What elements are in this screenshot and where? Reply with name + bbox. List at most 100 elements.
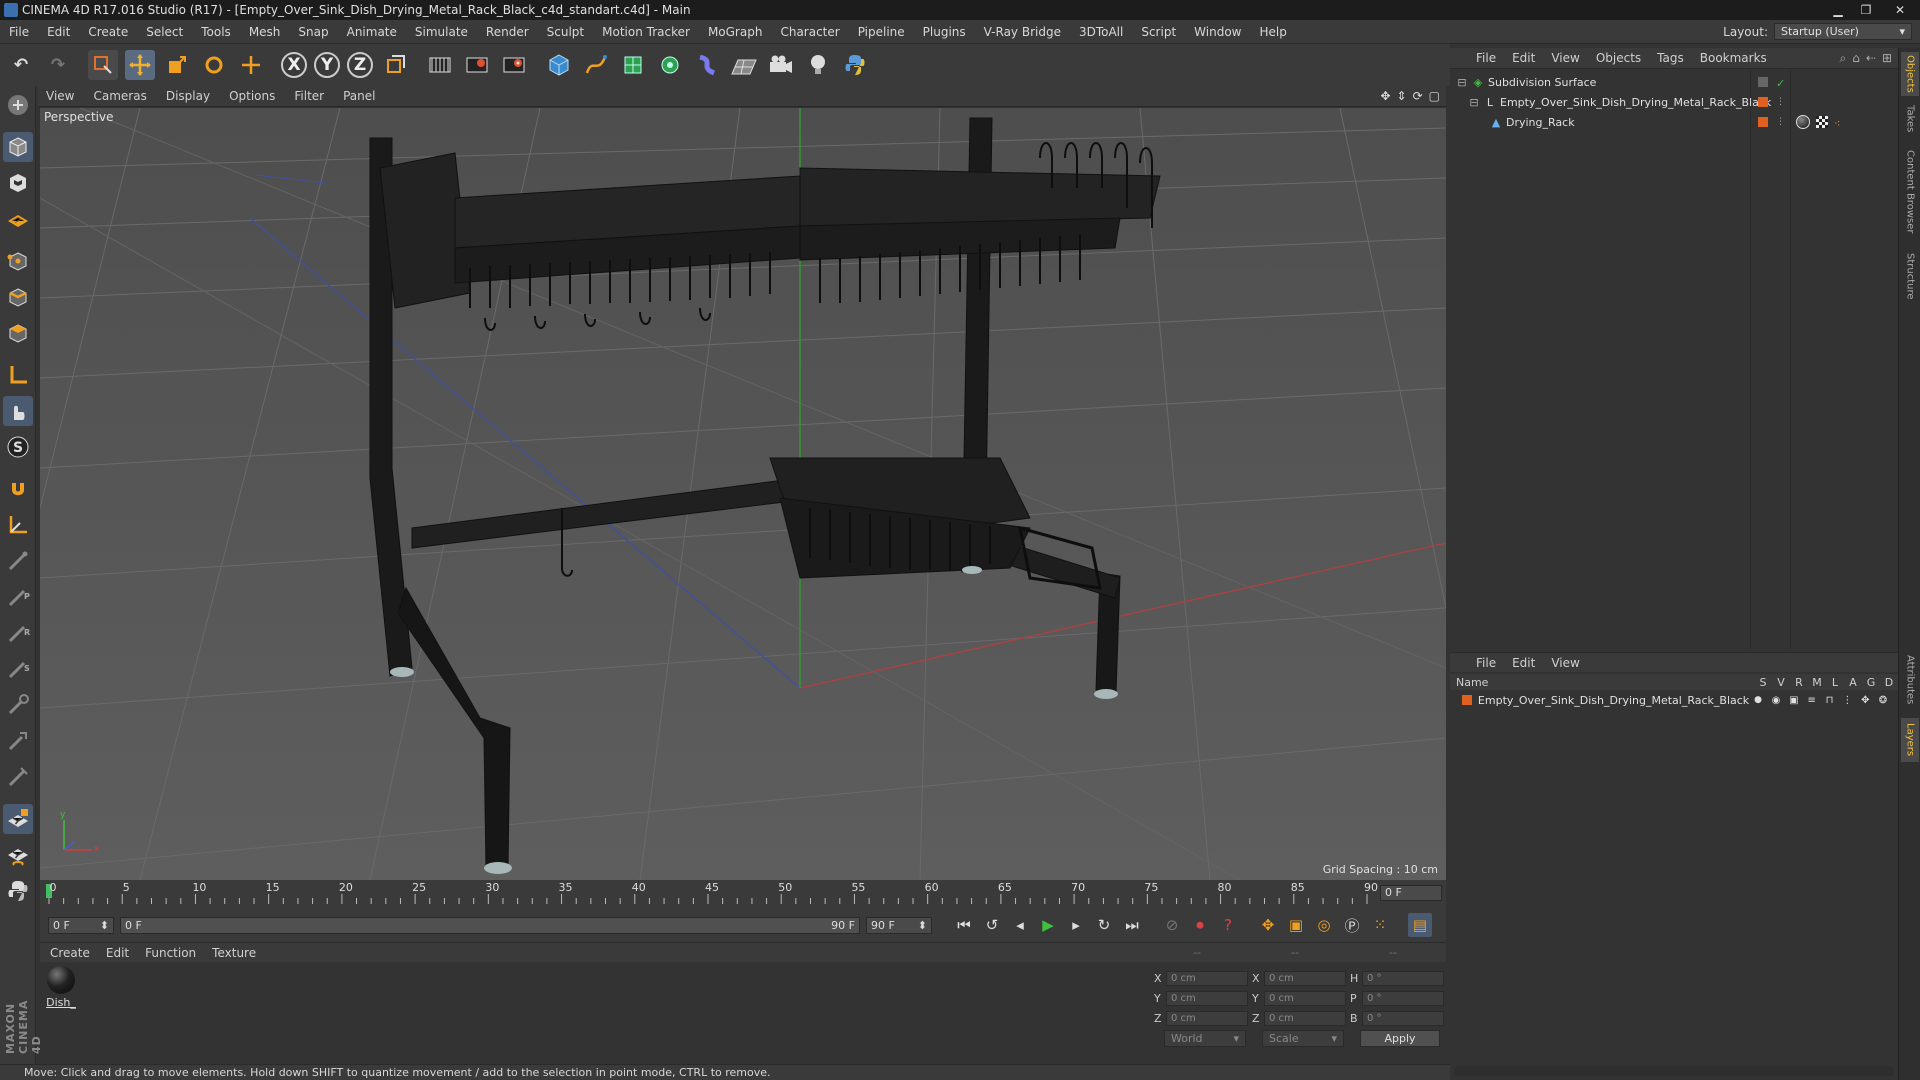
menu-window[interactable]: Window bbox=[1185, 25, 1250, 39]
cube-primitive-icon[interactable] bbox=[544, 50, 574, 80]
viewport-menu-panel[interactable]: Panel bbox=[343, 89, 375, 103]
layer-column-animation[interactable]: A bbox=[1844, 676, 1862, 689]
coordinate-space-select[interactable]: World ▾ bbox=[1164, 1030, 1246, 1047]
home-icon[interactable]: ⌂ bbox=[1852, 51, 1860, 65]
menu-help[interactable]: Help bbox=[1250, 25, 1295, 39]
floor-icon[interactable] bbox=[729, 50, 759, 80]
tab-layers[interactable]: Layers bbox=[1901, 718, 1919, 762]
light-icon[interactable] bbox=[803, 50, 833, 80]
object-row[interactable]: ⊟ L Empty_Over_Sink_Dish_Drying_Metal_Ra… bbox=[1450, 93, 1898, 111]
tab-attributes[interactable]: Attributes bbox=[1901, 648, 1919, 712]
current-frame-field[interactable]: 0 F bbox=[1380, 885, 1442, 901]
viewport-menu-display[interactable]: Display bbox=[166, 89, 210, 103]
layer-deformers-icon[interactable]: ❂ bbox=[1874, 695, 1892, 706]
make-editable-icon[interactable] bbox=[3, 90, 33, 120]
visibility-dots-icon[interactable]: ⋮ bbox=[1776, 117, 1786, 127]
rotation-p-field[interactable]: 0 ° bbox=[1362, 990, 1444, 1006]
phong-tag-icon[interactable]: ⁖ bbox=[1834, 117, 1844, 130]
menu-animate[interactable]: Animate bbox=[338, 25, 406, 39]
close-button[interactable]: ✕ bbox=[1880, 1, 1920, 19]
autokey-icon[interactable]: ⏺ bbox=[1188, 913, 1212, 937]
scale-key-icon[interactable]: ▣ bbox=[1284, 913, 1308, 937]
visibility-dots-icon[interactable]: ⋮ bbox=[1776, 97, 1786, 107]
python-icon[interactable] bbox=[840, 50, 870, 80]
layer-animation-icon[interactable]: ⋮ bbox=[1838, 695, 1856, 706]
menu-3dtoall[interactable]: 3DToAll bbox=[1070, 25, 1132, 39]
play-icon[interactable]: ▶ bbox=[1036, 913, 1060, 937]
object-menu-view[interactable]: View bbox=[1551, 51, 1579, 65]
material-menu-create[interactable]: Create bbox=[50, 946, 90, 960]
rotate-view-icon[interactable]: ⟳ bbox=[1413, 89, 1423, 103]
object-menu-file[interactable]: File bbox=[1476, 51, 1496, 65]
enabled-check-icon[interactable]: ✓ bbox=[1776, 77, 1786, 90]
scale-tool-icon[interactable] bbox=[162, 50, 192, 80]
menu-plugins[interactable]: Plugins bbox=[914, 25, 975, 39]
layer-lock-icon[interactable]: ⊓ bbox=[1821, 695, 1839, 706]
checker-plane-icon[interactable] bbox=[3, 840, 33, 870]
tab-structure[interactable]: Structure bbox=[1901, 248, 1919, 304]
brush-tool-4-icon[interactable]: S bbox=[3, 654, 33, 684]
menu-tools[interactable]: Tools bbox=[192, 25, 240, 39]
object-menu-objects[interactable]: Objects bbox=[1596, 51, 1641, 65]
point-level-key-icon[interactable]: ⁙ bbox=[1368, 913, 1392, 937]
next-frame-icon[interactable]: ▸ bbox=[1064, 913, 1088, 937]
layer-horizontal-scrollbar[interactable] bbox=[1454, 1066, 1894, 1076]
tweak-mode-icon[interactable] bbox=[2, 396, 33, 426]
layer-color-swatch[interactable] bbox=[1462, 695, 1472, 705]
go-to-end-icon[interactable]: ⏭ bbox=[1120, 913, 1144, 937]
menu-script[interactable]: Script bbox=[1132, 25, 1185, 39]
brush-tool-6-icon[interactable] bbox=[3, 726, 33, 756]
next-key-icon[interactable]: ↻ bbox=[1092, 913, 1116, 937]
coordinate-system-icon[interactable] bbox=[380, 50, 410, 80]
render-picture-viewer-icon[interactable] bbox=[462, 50, 492, 80]
position-key-icon[interactable]: ✥ bbox=[1256, 913, 1280, 937]
zoom-view-icon[interactable]: ⇕ bbox=[1397, 89, 1407, 103]
viewport-menu-view[interactable]: View bbox=[46, 89, 74, 103]
layout-select[interactable]: Startup (User) ▾ bbox=[1774, 23, 1912, 40]
object-row[interactable]: ▲ Drying_Rack ⋮ ⁖ bbox=[1450, 113, 1898, 131]
menu-simulate[interactable]: Simulate bbox=[406, 25, 477, 39]
rotation-b-field[interactable]: 0 ° bbox=[1362, 1010, 1444, 1026]
object-menu-tags[interactable]: Tags bbox=[1657, 51, 1684, 65]
maximize-view-icon[interactable]: ▢ bbox=[1429, 89, 1440, 103]
magnet-icon[interactable] bbox=[3, 474, 33, 504]
size-x-field[interactable]: 0 cm bbox=[1264, 970, 1346, 986]
position-x-field[interactable]: 0 cm bbox=[1166, 970, 1248, 986]
x-axis-lock-button[interactable]: X bbox=[281, 52, 307, 78]
back-icon[interactable]: ⇠ bbox=[1866, 51, 1876, 65]
checker-lock-icon[interactable] bbox=[2, 804, 33, 834]
move-tool-icon[interactable] bbox=[125, 50, 155, 80]
layer-menu-file[interactable]: File bbox=[1476, 656, 1496, 670]
recent-tools-icon[interactable] bbox=[236, 50, 266, 80]
viewport-menu-cameras[interactable]: Cameras bbox=[93, 89, 146, 103]
position-y-field[interactable]: 0 cm bbox=[1166, 990, 1248, 1006]
tree-toggle-icon[interactable]: ⊟ bbox=[1468, 96, 1480, 109]
menu-snap[interactable]: Snap bbox=[289, 25, 337, 39]
deformer-icon[interactable] bbox=[692, 50, 722, 80]
layer-solo-icon[interactable]: ● bbox=[1749, 695, 1767, 705]
brush-tool-2-icon[interactable]: P bbox=[3, 582, 33, 612]
menu-mograph[interactable]: MoGraph bbox=[699, 25, 772, 39]
material-menu-function[interactable]: Function bbox=[145, 946, 196, 960]
end-frame-field[interactable]: 90 F ⬍ bbox=[866, 916, 932, 934]
brush-tool-3-icon[interactable]: R bbox=[3, 618, 33, 648]
apply-button[interactable]: Apply bbox=[1360, 1030, 1440, 1047]
menu-mesh[interactable]: Mesh bbox=[240, 25, 290, 39]
size-y-field[interactable]: 0 cm bbox=[1264, 990, 1346, 1006]
viewport-menu-filter[interactable]: Filter bbox=[294, 89, 324, 103]
redo-button[interactable]: ↷ bbox=[43, 50, 73, 80]
layer-menu-edit[interactable]: Edit bbox=[1512, 656, 1535, 670]
layer-column-view[interactable]: V bbox=[1772, 676, 1790, 689]
brush-tool-1-icon[interactable] bbox=[3, 546, 33, 576]
transform-mode-select[interactable]: Scale ▾ bbox=[1262, 1030, 1344, 1047]
position-z-field[interactable]: 0 cm bbox=[1166, 1010, 1248, 1026]
timeline-window-icon[interactable]: ▤ bbox=[1408, 913, 1432, 937]
tab-objects[interactable]: Objects bbox=[1901, 52, 1919, 96]
layer-column-generators[interactable]: G bbox=[1862, 676, 1880, 689]
model-mode-icon[interactable] bbox=[2, 132, 33, 162]
object-menu-edit[interactable]: Edit bbox=[1512, 51, 1535, 65]
timeline-ruler[interactable]: 0 5 10 15 20 25 30 35 40 45 50 55 60 65 70 75 80 85 90 0 F bbox=[40, 880, 1446, 908]
camera-icon[interactable] bbox=[766, 50, 796, 80]
layer-menu-view[interactable]: View bbox=[1551, 656, 1579, 670]
locked-workplane-icon[interactable] bbox=[3, 510, 33, 540]
